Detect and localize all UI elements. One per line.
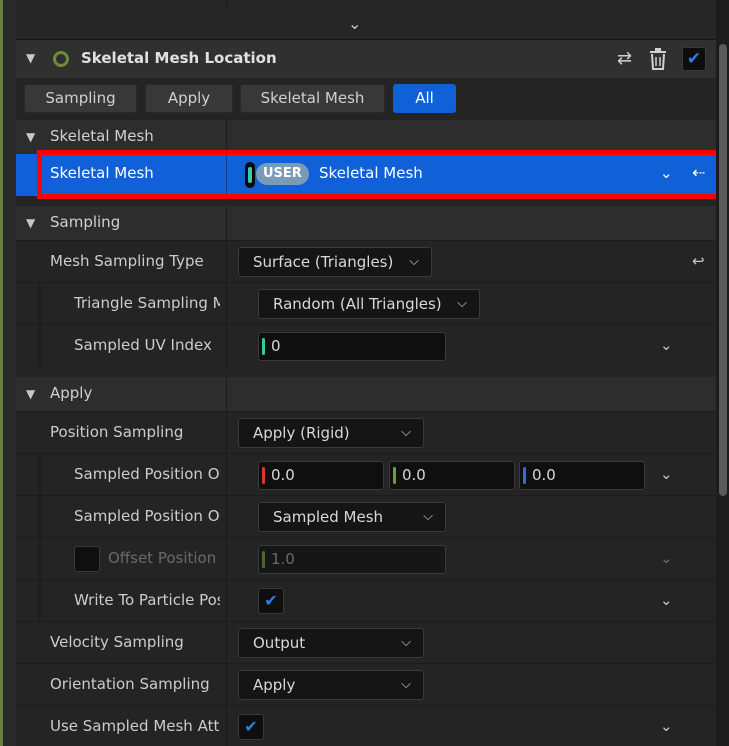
chevron-down-icon: ⌵ — [409, 254, 419, 269]
dropdown-value: Sampled Mesh — [273, 508, 384, 526]
triangle-sampling-mode-row: Triangle Sampling Mode Random (All Trian… — [16, 282, 716, 325]
sampled-uv-index-input[interactable]: 0 — [258, 332, 446, 361]
property-label: Sampled Position Offset Space — [74, 507, 220, 525]
position-sampling-row: Position Sampling Apply (Rigid) ⌵ — [16, 411, 716, 454]
property-label: Use Sampled Mesh Attributes — [50, 717, 220, 735]
orientation-sampling-row: Orientation Sampling Apply ⌵ — [16, 663, 716, 706]
filter-bar: Sampling Apply Skeletal Mesh All — [16, 78, 716, 120]
selection-highlight-box — [37, 150, 716, 199]
triangle-sampling-mode-dropdown[interactable]: Random (All Triangles) ⌵ — [258, 289, 480, 319]
chevron-down-icon[interactable]: ⌄ — [660, 717, 673, 735]
property-label: Offset Position Along Normal — [108, 549, 220, 567]
sampled-position-offset-row: Sampled Position Offset 0.0 0.0 0.0 ⌄ — [16, 453, 716, 496]
shuffle-icon[interactable]: ⇄ — [617, 48, 632, 69]
filter-button-sampling[interactable]: Sampling — [24, 84, 137, 113]
module-status-icon — [53, 51, 69, 67]
use-sampled-mesh-attributes-checkbox[interactable]: ✔ — [238, 714, 264, 740]
write-to-particle-position-row: Write To Particle Position ✔ ⌄ — [16, 579, 716, 622]
property-label: Triangle Sampling Mode — [74, 294, 220, 312]
module-enabled-checkbox[interactable]: ✔ — [682, 47, 706, 71]
chevron-down-icon[interactable]: ⌄ — [660, 465, 673, 483]
vertical-scrollbar[interactable] — [716, 0, 729, 746]
mesh-sampling-type-dropdown[interactable]: Surface (Triangles) ⌵ — [238, 247, 432, 277]
offset-position-toggle-checkbox[interactable]: ✔ — [74, 546, 100, 572]
chevron-down-icon: ⌵ — [423, 509, 433, 524]
collapse-triangle-icon[interactable]: ▼ — [26, 51, 35, 65]
sampled-position-offset-space-row: Sampled Position Offset Space Sampled Me… — [16, 495, 716, 538]
field-value: 0.0 — [271, 466, 295, 484]
use-sampled-mesh-attributes-row: Use Sampled Mesh Attributes ✔ ⌄ — [16, 705, 716, 746]
collapse-triangle-icon[interactable]: ▼ — [26, 216, 35, 230]
chevron-down-icon: ⌵ — [401, 425, 411, 440]
filter-button-skeletal-mesh[interactable]: Skeletal Mesh — [240, 84, 385, 113]
trash-icon-svg — [650, 48, 666, 70]
chevron-down-icon[interactable]: ⌄ — [660, 591, 673, 609]
category-title: Skeletal Mesh — [50, 127, 154, 145]
dropdown-value: Surface (Triangles) — [253, 253, 394, 271]
field-value: 0.0 — [402, 466, 426, 484]
sampled-uv-index-row: Sampled UV Index 0 ⌄ — [16, 324, 716, 367]
trash-icon[interactable] — [649, 48, 667, 75]
chevron-down-icon: ⌵ — [401, 677, 411, 692]
chevron-down-icon[interactable]: ⌄ — [660, 549, 673, 567]
offset-position-row: ✔ Offset Position Along Normal 1.0 ⌄ — [16, 537, 716, 580]
offset-y-input[interactable]: 0.0 — [389, 461, 515, 490]
property-label: Write To Particle Position — [74, 591, 220, 609]
position-sampling-dropdown[interactable]: Apply (Rigid) ⌵ — [238, 418, 424, 448]
dropdown-value: Apply (Rigid) — [253, 424, 350, 442]
property-label: Mesh Sampling Type — [50, 252, 204, 270]
category-skeletal-mesh[interactable]: ▼ Skeletal Mesh — [16, 120, 716, 154]
category-apply[interactable]: ▼ Apply — [16, 377, 716, 411]
offset-x-input[interactable]: 0.0 — [258, 461, 384, 490]
field-value: 0.0 — [532, 466, 556, 484]
module-header[interactable]: ▼ Skeletal Mesh Location ⇄ ✔ — [16, 40, 716, 78]
field-value: 1.0 — [271, 550, 295, 568]
previous-module-stub — [16, 0, 716, 8]
category-title: Apply — [50, 384, 93, 402]
category-sampling[interactable]: ▼ Sampling — [16, 206, 716, 240]
velocity-sampling-row: Velocity Sampling Output ⌵ — [16, 621, 716, 664]
expand-more-row[interactable]: ⌄ — [16, 8, 716, 40]
offset-z-input[interactable]: 0.0 — [519, 461, 645, 490]
dropdown-value: Apply — [253, 676, 296, 694]
offset-space-dropdown[interactable]: Sampled Mesh ⌵ — [258, 502, 446, 532]
offset-position-input[interactable]: 1.0 — [258, 545, 446, 574]
scrollbar-thumb[interactable] — [719, 44, 727, 496]
dropdown-value: Random (All Triangles) — [273, 295, 442, 313]
property-label: Orientation Sampling — [50, 675, 210, 693]
chevron-down-icon: ⌵ — [457, 296, 467, 311]
field-value: 0 — [271, 337, 281, 355]
chevron-down-icon[interactable]: ⌄ — [348, 14, 361, 33]
dropdown-value: Output — [253, 634, 306, 652]
filter-button-apply[interactable]: Apply — [145, 84, 233, 113]
mesh-sampling-type-row: Mesh Sampling Type Surface (Triangles) ⌵… — [16, 240, 716, 283]
module-panel: ⌄ ▼ Skeletal Mesh Location ⇄ ✔ Sampling — [16, 0, 716, 746]
module-title: Skeletal Mesh Location — [81, 49, 277, 67]
property-label: Sampled UV Index — [74, 336, 212, 354]
chevron-down-icon[interactable]: ⌄ — [660, 336, 673, 354]
details-panel-root: ⌄ ▼ Skeletal Mesh Location ⇄ ✔ Sampling — [0, 0, 729, 746]
orientation-sampling-dropdown[interactable]: Apply ⌵ — [238, 670, 424, 700]
collapse-triangle-icon[interactable]: ▼ — [26, 130, 35, 144]
stack-edge-strip — [0, 0, 16, 746]
filter-button-all[interactable]: All — [393, 84, 456, 113]
velocity-sampling-dropdown[interactable]: Output ⌵ — [238, 628, 424, 658]
property-label: Position Sampling — [50, 423, 184, 441]
property-label: Sampled Position Offset — [74, 465, 220, 483]
chevron-down-icon: ⌵ — [401, 635, 411, 650]
write-to-particle-position-checkbox[interactable]: ✔ — [258, 588, 284, 614]
collapse-triangle-icon[interactable]: ▼ — [26, 387, 35, 401]
property-label: Velocity Sampling — [50, 633, 184, 651]
category-title: Sampling — [50, 213, 121, 231]
reset-to-default-icon[interactable]: ↩ — [692, 252, 705, 270]
